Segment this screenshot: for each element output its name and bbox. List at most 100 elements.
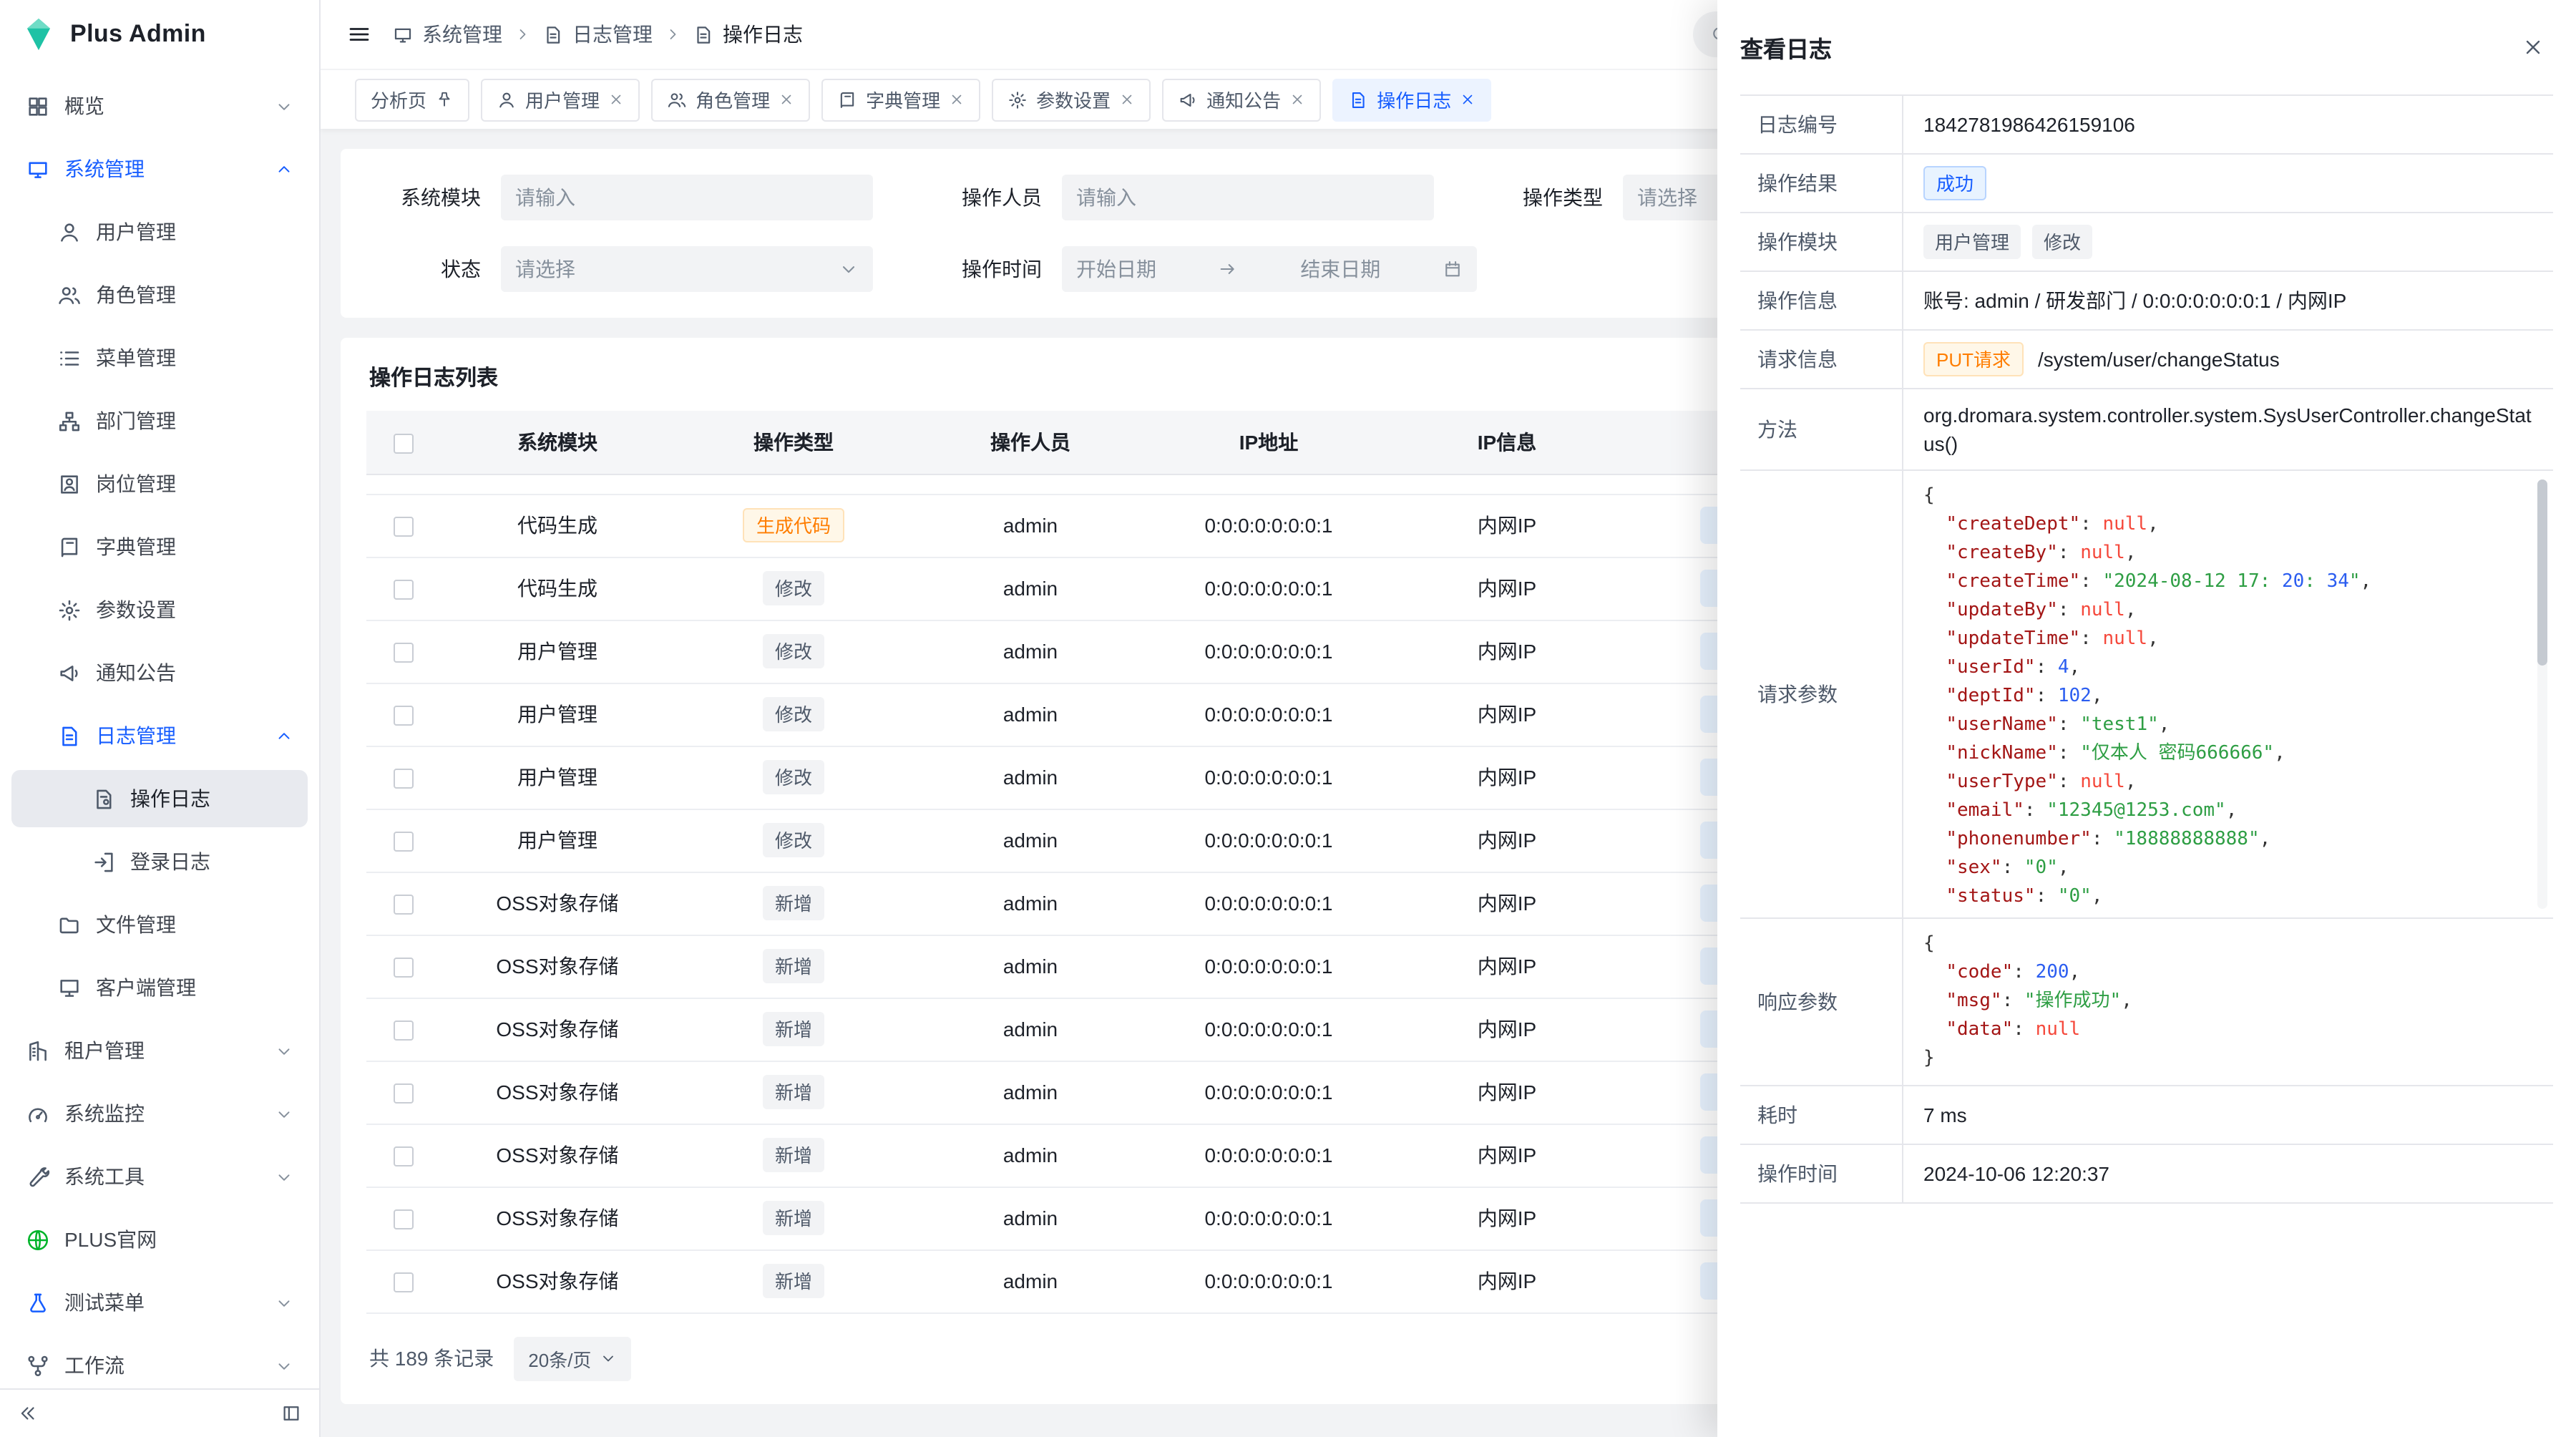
sidebar-item-dict-management[interactable]: 字典管理 (11, 518, 308, 575)
sidebar-item-param-settings[interactable]: 参数设置 (11, 581, 308, 638)
close-tab-icon[interactable] (779, 92, 794, 107)
sidebar-item-label: 菜单管理 (96, 344, 293, 372)
row-checkbox[interactable] (394, 1209, 414, 1229)
sidebar-item-notice[interactable]: 通知公告 (11, 644, 308, 701)
sidebar-item-file-management[interactable]: 文件管理 (11, 896, 308, 953)
row-checkbox[interactable] (394, 895, 414, 915)
cell-operator: admin (913, 935, 1148, 998)
cell-action-type: 修改 (674, 620, 913, 683)
tab-analysis[interactable]: 分析页 (355, 78, 469, 121)
sidebar-item-system-management[interactable]: 系统管理 (11, 140, 308, 198)
tab-dict-management[interactable]: 字典管理 (821, 78, 980, 121)
sidebar-item-test-menu[interactable]: 测试菜单 (11, 1274, 308, 1331)
sidebar-item-post-management[interactable]: 岗位管理 (11, 455, 308, 512)
tab-user-management[interactable]: 用户管理 (481, 78, 640, 121)
select-all-checkbox[interactable] (394, 434, 414, 454)
close-icon[interactable] (2522, 36, 2545, 59)
close-tab-icon[interactable] (949, 92, 965, 107)
close-tab-icon[interactable] (1460, 92, 1475, 107)
cell-action-type: 新增 (674, 872, 913, 935)
cell-ip: 0:0:0:0:0:0:0:1 (1148, 1250, 1390, 1312)
tab-role-management[interactable]: 角色管理 (651, 78, 810, 121)
page-size-select[interactable]: 20条/页 (514, 1336, 631, 1380)
sidebar-item-label: 文件管理 (96, 910, 293, 939)
breadcrumb-item-system-management[interactable]: 系统管理 (392, 20, 502, 49)
tab-notice[interactable]: 通知公告 (1162, 78, 1321, 121)
action-type-tag: 新增 (763, 886, 824, 920)
sidebar-item-login-log[interactable]: 登录日志 (11, 833, 308, 890)
row-checkbox[interactable] (394, 1083, 414, 1104)
close-tab-icon[interactable] (1289, 92, 1305, 107)
row-checkbox[interactable] (394, 643, 414, 663)
cell-ip-info: 内网IP (1390, 1061, 1624, 1124)
sidebar-item-tenant-management[interactable]: 租户管理 (11, 1022, 308, 1079)
sidebar-item-operation-log[interactable]: 操作日志 (11, 770, 308, 827)
cell-module: OSS对象存储 (441, 1187, 674, 1250)
row-checkbox[interactable] (394, 706, 414, 726)
sidebar-item-client-management[interactable]: 客户端管理 (11, 959, 308, 1016)
start-date-placeholder: 开始日期 (1076, 255, 1156, 283)
row-checkbox[interactable] (394, 1020, 414, 1041)
sidebar-item-system-monitor[interactable]: 系统监控 (11, 1085, 308, 1142)
gear-icon (1008, 89, 1028, 109)
sidebar-item-user-management[interactable]: 用户管理 (11, 203, 308, 260)
breadcrumb-item-log-management[interactable]: 日志管理 (542, 20, 653, 49)
end-date-placeholder: 结束日期 (1300, 255, 1380, 283)
sidebar-item-menu-management[interactable]: 菜单管理 (11, 329, 308, 386)
pin-tab-icon[interactable] (435, 90, 454, 109)
scrollbar-thumb[interactable] (2537, 479, 2547, 666)
cell-ip: 0:0:0:0:0:0:0:1 (1148, 998, 1390, 1061)
system-module-input[interactable]: 请输入 (501, 175, 873, 220)
breadcrumb-label: 操作日志 (723, 20, 803, 49)
operator-input[interactable]: 请输入 (1062, 175, 1434, 220)
close-tab-icon[interactable] (608, 92, 624, 107)
detail-label: 日志编号 (1740, 96, 1903, 153)
tab-param-settings[interactable]: 参数设置 (992, 78, 1151, 121)
sidebar-item-label: 字典管理 (96, 532, 293, 561)
tag: 成功 (1923, 166, 1986, 200)
tag: PUT请求 (1923, 342, 2024, 376)
pin-sidebar-icon[interactable] (280, 1403, 302, 1424)
sidebar-item-role-management[interactable]: 角色管理 (11, 266, 308, 323)
row-checkbox[interactable] (394, 832, 414, 852)
row-checkbox[interactable] (394, 769, 414, 789)
detail-row-module: 操作模块用户管理修改 (1740, 213, 2553, 272)
sidebar-item-overview[interactable]: 概览 (11, 77, 308, 135)
action-type-tag: 修改 (763, 823, 824, 857)
sidebar-item-label: 工作流 (64, 1351, 275, 1380)
row-checkbox[interactable] (394, 958, 414, 978)
filter-label: 操作人员 (930, 183, 1042, 212)
close-tab-icon[interactable] (1119, 92, 1135, 107)
cell-ip-info: 内网IP (1390, 746, 1624, 809)
chevron-down-icon (839, 259, 859, 279)
detail-row-request-params: 请求参数{ "createDept": null, "createBy": nu… (1740, 471, 2553, 919)
sidebar-item-dept-management[interactable]: 部门管理 (11, 392, 308, 449)
status-select[interactable]: 请选择 (501, 246, 873, 292)
chevron-down-icon (275, 1041, 293, 1060)
collapse-sidebar-icon[interactable] (17, 1403, 39, 1424)
close-icon (1289, 92, 1305, 107)
row-checkbox[interactable] (394, 517, 414, 537)
sidebar-item-log-management[interactable]: 日志管理 (11, 707, 308, 764)
sidebar-item-plus-website[interactable]: PLUS官网 (11, 1211, 308, 1268)
cell-ip-info: 内网IP (1390, 1124, 1624, 1187)
cell-ip-info: 内网IP (1390, 620, 1624, 683)
tab-operation-log[interactable]: 操作日志 (1332, 78, 1491, 121)
operation-time-picker[interactable]: 开始日期 结束日期 (1062, 246, 1477, 292)
row-checkbox[interactable] (394, 1272, 414, 1292)
action-type-tag: 新增 (763, 1138, 824, 1172)
cell-ip: 0:0:0:0:0:0:0:1 (1148, 809, 1390, 872)
row-checkbox[interactable] (394, 580, 414, 600)
doc-icon (1348, 89, 1368, 109)
row-checkbox[interactable] (394, 1146, 414, 1166)
detail-value-request-params: { "createDept": null, "createBy": null, … (1903, 471, 2553, 917)
cell-module: OSS对象存储 (441, 872, 674, 935)
app-root: Plus Admin 概览系统管理用户管理角色管理菜单管理部门管理岗位管理字典管… (0, 0, 2576, 1437)
breadcrumb-item-operation-log[interactable]: 操作日志 (693, 20, 803, 49)
breadcrumb: 系统管理 日志管理 操作日志 (392, 20, 803, 49)
sidebar-item-workflow[interactable]: 工作流 (11, 1337, 308, 1388)
json-code-block: { "code": 200, "msg": "操作成功", "data": nu… (1923, 930, 2519, 1073)
sidebar-item-system-tools[interactable]: 系统工具 (11, 1148, 308, 1205)
building-icon (26, 1038, 50, 1063)
hamburger-icon[interactable] (346, 21, 372, 47)
